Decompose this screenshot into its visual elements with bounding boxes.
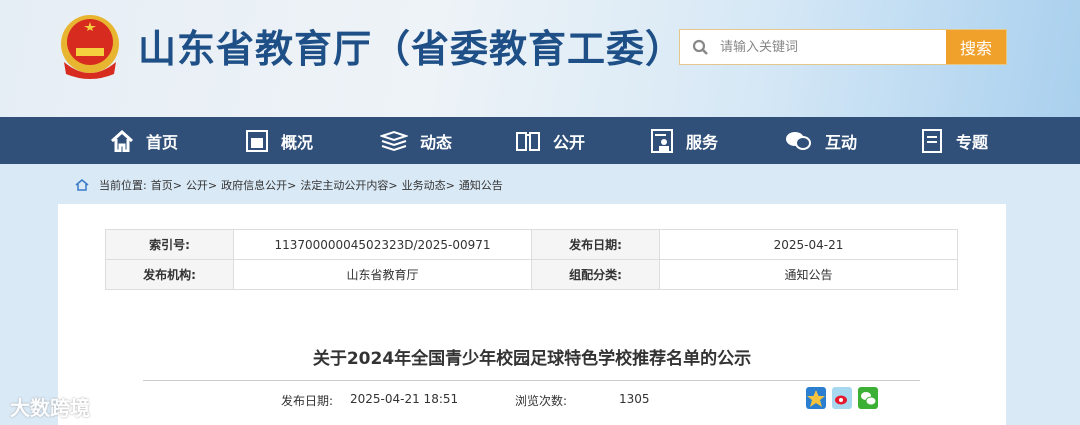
nav-public[interactable]: 公开 [515, 117, 650, 164]
category-value: 通知公告 [659, 259, 958, 290]
nav-service[interactable]: 服务 [650, 117, 785, 164]
nav-label: 服务 [686, 132, 719, 152]
content-card: 索引号: 11370000004502323D/2025-00971 发布日期:… [58, 204, 1006, 425]
nav-label: 互动 [825, 132, 858, 152]
index-value: 11370000004502323D/2025-00971 [233, 229, 532, 260]
breadcrumb-business[interactable]: 业务动态> [402, 177, 455, 193]
nav-news[interactable]: 动态 [380, 117, 515, 164]
nav-home[interactable]: 首页 [110, 117, 245, 164]
publish-date-value: 2025-04-21 18:51 [350, 392, 459, 406]
news-icon [380, 130, 408, 151]
nav-overview[interactable]: 概况 [245, 117, 380, 164]
nav-label: 专题 [956, 132, 989, 152]
date-label: 发布日期: [531, 229, 660, 260]
chat-icon [786, 131, 811, 150]
breadcrumb: 当前位置: 首页> 公开> 政府信息公开> 法定主动公开内容> 业务动态> 通知… [75, 177, 503, 193]
nav-label: 首页 [146, 132, 179, 152]
book-icon [516, 131, 540, 151]
watermark: 大数跨境 [10, 396, 90, 420]
info-table: 索引号: 11370000004502323D/2025-00971 发布日期:… [105, 229, 958, 290]
breadcrumb-home[interactable]: 首页> [151, 177, 182, 193]
org-value: 山东省教育厅 [233, 259, 532, 290]
home-icon [75, 179, 89, 191]
views-label: 浏览次数: [515, 394, 568, 408]
nav-label: 概况 [281, 132, 314, 152]
breadcrumb-public[interactable]: 公开> [186, 177, 217, 193]
breadcrumb-statutory[interactable]: 法定主动公开内容> [300, 177, 397, 193]
wechat-share-icon[interactable] [858, 387, 878, 409]
table-row: 发布机构: 山东省教育厅 组配分类: 通知公告 [105, 259, 958, 290]
breadcrumb-prefix: 当前位置: [99, 179, 147, 192]
search-icon [680, 30, 720, 64]
share-buttons [806, 387, 878, 409]
org-label: 发布机构: [105, 259, 234, 290]
weibo-share-icon[interactable] [832, 387, 852, 409]
search-box: 搜索 [679, 29, 1007, 65]
search-button[interactable]: 搜索 [946, 30, 1006, 64]
table-row: 索引号: 11370000004502323D/2025-00971 发布日期:… [105, 229, 958, 260]
qzone-share-icon[interactable] [806, 387, 826, 409]
nav-label: 公开 [553, 132, 586, 152]
article-title: 关于2024年全国青少年校园足球特色学校推荐名单的公示 [312, 349, 752, 369]
publish-date-label: 发布日期: [281, 394, 334, 408]
breadcrumb-gov-info[interactable]: 政府信息公开> [221, 177, 296, 193]
header: 山东省教育厅（省委教育工委） 搜索 [0, 0, 1080, 117]
site-title: 山东省教育厅（省委教育工委） [138, 27, 685, 71]
service-icon [651, 128, 673, 153]
category-label: 组配分类: [531, 259, 660, 290]
views-value: 1305 [619, 392, 650, 406]
nav-label: 动态 [420, 132, 453, 152]
date-value: 2025-04-21 [659, 229, 958, 260]
breadcrumb-notice[interactable]: 通知公告 [459, 177, 503, 193]
index-label: 索引号: [105, 229, 234, 260]
home-icon [110, 129, 134, 152]
topic-icon [922, 128, 942, 153]
overview-icon [246, 129, 268, 152]
nav-topic[interactable]: 专题 [920, 117, 1055, 164]
nav-interact[interactable]: 互动 [785, 117, 920, 164]
national-emblem-icon [61, 15, 119, 79]
search-input[interactable] [720, 30, 946, 64]
main-nav: 首页 概况 动态 公开 服务 互动 专题 [0, 117, 1080, 164]
divider [143, 380, 920, 381]
